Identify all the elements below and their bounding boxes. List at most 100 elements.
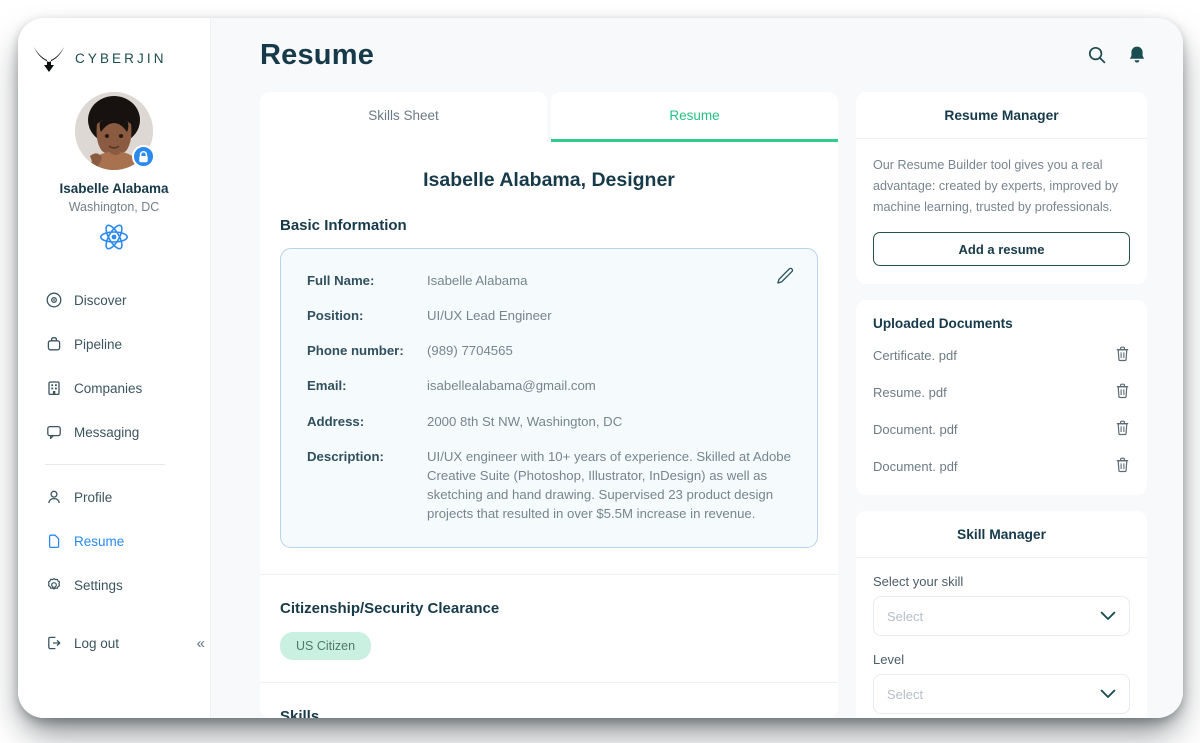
resume-heading: Isabelle Alabama, Designer: [423, 169, 675, 191]
sidebar-item-label: Resume: [74, 533, 125, 549]
sidebar-item-settings[interactable]: Settings: [45, 563, 210, 607]
uploaded-documents-card: Uploaded Documents Certificate. pdf Resu…: [856, 300, 1147, 496]
info-row: Phone number: (989) 7704565: [307, 341, 791, 360]
compass-icon: [45, 292, 62, 309]
info-value: (989) 7704565: [427, 343, 513, 359]
document-name: Document. pdf: [873, 459, 958, 475]
tab-label: Skills Sheet: [368, 108, 439, 123]
sidebar-item-label: Settings: [74, 577, 123, 593]
profile-name: Isabelle Alabama: [59, 181, 169, 196]
sidebar-item-label: Messaging: [74, 424, 140, 440]
bell-icon[interactable]: [1127, 45, 1147, 66]
chat-icon: [45, 424, 62, 441]
info-value: 2000 8th St NW, Washington, DC: [427, 413, 623, 429]
skill-manager-card: Skill Manager Select your skill Select L…: [856, 511, 1147, 718]
resume-manager-description: Our Resume Builder tool gives you a real…: [873, 158, 1119, 214]
sidebar-item-label: Companies: [74, 380, 143, 396]
resume-manager-card: Resume Manager Our Resume Builder tool g…: [856, 92, 1147, 285]
info-value: UI/UX engineer with 10+ years of experie…: [427, 448, 791, 522]
search-icon[interactable]: [1087, 45, 1107, 65]
uploaded-documents-title: Uploaded Documents: [873, 316, 1013, 332]
level-select[interactable]: Select: [873, 674, 1130, 715]
sidebar-item-pipeline[interactable]: Pipeline: [45, 322, 210, 366]
sidebar-item-label: Profile: [74, 489, 113, 505]
profile-location: Washington, DC: [68, 200, 160, 214]
topbar: Resume: [211, 18, 1183, 92]
chevron-down-icon: [1100, 609, 1116, 624]
info-row: Position: UI/UX Lead Engineer: [307, 306, 791, 325]
sidebar-item-messaging[interactable]: Messaging: [45, 410, 210, 454]
trash-icon[interactable]: [1115, 457, 1130, 476]
tab-label: Resume: [669, 108, 720, 123]
trash-icon[interactable]: [1115, 383, 1130, 402]
sidebar-item-label: Log out: [74, 635, 120, 651]
tab-skills-sheet[interactable]: Skills Sheet: [260, 92, 547, 142]
chevron-double-left-icon[interactable]: «: [197, 636, 205, 651]
resume-column: Skills Sheet Resume Isabelle Alabama, De…: [260, 92, 838, 718]
screen-root: CYBERJIN Isabelle Alabama Washington, DC…: [0, 0, 1200, 743]
user-icon: [45, 489, 62, 506]
gear-icon: [45, 577, 62, 594]
skill-manager-body: Select your skill Select Level Select: [856, 558, 1147, 718]
list-item[interactable]: Resume. pdf: [856, 374, 1147, 411]
info-value: UI/UX Lead Engineer: [427, 308, 552, 324]
level-select-value: Select: [887, 686, 924, 702]
info-row: Full Name: Isabelle Alabama: [307, 271, 791, 290]
sidebar-item-discover[interactable]: Discover: [45, 278, 210, 322]
tab-bar: Skills Sheet Resume: [260, 92, 838, 142]
lock-icon: [132, 145, 155, 168]
document-icon: [45, 533, 62, 550]
logout-icon: [45, 635, 62, 652]
topbar-actions: [1087, 45, 1147, 66]
sidebar-divider: [45, 464, 165, 465]
sidebar-item-profile[interactable]: Profile: [45, 475, 210, 519]
trash-icon[interactable]: [1115, 346, 1130, 365]
info-label: Full Name:: [307, 273, 375, 288]
skill-manager-title: Skill Manager: [856, 511, 1147, 559]
level-field-label: Level: [873, 652, 905, 668]
brand-logo[interactable]: CYBERJIN: [18, 38, 210, 74]
list-item[interactable]: Document. pdf: [856, 411, 1147, 448]
info-row: Email: isabellealabama@gmail.com: [307, 376, 791, 395]
tab-resume[interactable]: Resume: [551, 92, 838, 142]
skills-title: Skills: [280, 708, 320, 718]
pencil-icon[interactable]: [776, 267, 795, 291]
info-label: Position:: [307, 308, 364, 324]
trash-icon[interactable]: [1115, 420, 1130, 439]
info-row: Description: UI/UX engineer with 10+ yea…: [307, 447, 791, 524]
basic-information-title: Basic Information: [280, 217, 407, 234]
skill-select-value: Select: [887, 608, 924, 624]
citizenship-title: Citizenship/Security Clearance: [280, 600, 500, 618]
info-value: isabellealabama@gmail.com: [427, 378, 596, 394]
info-value: Isabelle Alabama: [427, 273, 528, 288]
sidebar-item-label: Pipeline: [74, 336, 123, 352]
sidebar-item-companies[interactable]: Companies: [45, 366, 210, 410]
info-label: Email:: [307, 378, 347, 394]
info-label: Address:: [307, 413, 365, 429]
add-resume-button[interactable]: Add a resume: [873, 232, 1130, 267]
app-window: CYBERJIN Isabelle Alabama Washington, DC…: [18, 18, 1183, 718]
document-name: Certificate. pdf: [873, 348, 957, 364]
document-name: Document. pdf: [873, 422, 958, 438]
sidebar-item-logout[interactable]: Log out: [45, 621, 119, 665]
profile-block: Isabelle Alabama Washington, DC: [18, 92, 210, 256]
brand-name: CYBERJIN: [75, 50, 167, 66]
resume-manager-body: Our Resume Builder tool gives you a real…: [856, 139, 1147, 284]
main-area: Resume Skills Sheet Resume Isabelle Alab…: [211, 18, 1183, 718]
skill-select[interactable]: Select: [873, 596, 1130, 637]
atom-icon: [99, 223, 129, 256]
list-item[interactable]: Certificate. pdf: [856, 337, 1147, 374]
document-name: Resume. pdf: [873, 385, 947, 401]
info-label: Description:: [307, 448, 384, 464]
basic-information-card: Full Name: Isabelle Alabama Position: UI…: [280, 248, 818, 549]
horns-logo-icon: [32, 43, 66, 73]
sidebar-item-label: Discover: [74, 292, 127, 308]
list-item[interactable]: Document. pdf: [856, 448, 1147, 485]
resume-panel: Isabelle Alabama, Designer Basic Informa…: [260, 142, 838, 718]
sidebar-nav: Discover Pipeline Companies Messaging Pr…: [18, 278, 210, 665]
info-row: Address: 2000 8th St NW, Washington, DC: [307, 412, 791, 431]
right-rail: Resume Manager Our Resume Builder tool g…: [856, 92, 1147, 718]
resume-manager-title: Resume Manager: [856, 92, 1147, 139]
sidebar-item-resume[interactable]: Resume: [45, 519, 210, 563]
avatar[interactable]: [75, 92, 155, 170]
